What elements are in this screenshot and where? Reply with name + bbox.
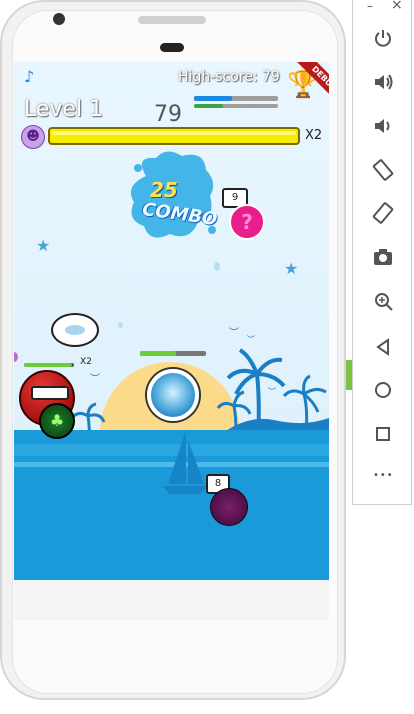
enemy-visor [31, 386, 69, 400]
home-icon[interactable] [374, 381, 392, 399]
emulator-toolbar: – × ••• [352, 0, 412, 505]
enemy-health-bar [24, 363, 74, 367]
xp-bar-blue-fill [194, 96, 232, 101]
rotate-left-icon[interactable] [372, 159, 394, 181]
music-toggle-icon[interactable]: ♪ [24, 67, 34, 86]
enemy-multiplier: X2 [80, 357, 92, 367]
xp-bar-blue [194, 96, 278, 101]
dot-decoration [214, 262, 220, 271]
player-health-fill [140, 351, 177, 356]
zoom-icon[interactable] [374, 292, 394, 312]
star-decoration: ★ [284, 259, 299, 278]
level-label: Level 1 [24, 97, 104, 122]
high-score-label: High-score: 79 [178, 69, 280, 85]
sailboat-silhouette [162, 430, 208, 494]
earpiece-speaker [138, 16, 206, 24]
camera-icon[interactable] [373, 248, 393, 266]
score-value: 79 [154, 102, 182, 127]
xp-bar-green [194, 104, 278, 108]
player-health-bar [140, 351, 206, 356]
mystery-bubble-enemy[interactable]: ? [229, 204, 265, 240]
dot-decoration [118, 322, 123, 328]
more-button[interactable]: ••• [373, 470, 394, 481]
volume-up-icon[interactable] [373, 72, 395, 92]
star-decoration: ★ [36, 236, 51, 255]
enemy-health-fill [24, 363, 72, 367]
side-indicator [346, 360, 352, 390]
xp-bar-green-fill [194, 104, 224, 108]
main-progress-bar [48, 127, 300, 145]
combo-count: 25 [150, 178, 178, 202]
poison-powerup[interactable]: ♣ [39, 403, 75, 439]
back-icon[interactable] [375, 338, 391, 356]
main-progress-bar-shine [52, 131, 296, 135]
power-icon[interactable] [373, 28, 393, 48]
player-ice-orb[interactable] [147, 369, 199, 421]
volume-down-icon[interactable] [373, 116, 395, 136]
ice-icon [65, 325, 85, 335]
overview-icon[interactable] [375, 426, 391, 442]
multiplier-label: X2 [305, 128, 323, 143]
front-camera [53, 13, 65, 25]
dark-ball-enemy[interactable] [210, 488, 248, 526]
screen-bottom-bar [14, 582, 329, 620]
proximity-sensor [160, 43, 184, 52]
speech-bubble [51, 313, 99, 347]
game-screen[interactable]: ★ ★ ︶ ︶ ︶ ︶ ♪ High-score: 79 🏆 DEBUG Lev… [14, 62, 329, 620]
devil-icon: ☻ [21, 125, 45, 149]
close-button[interactable]: × [391, 0, 403, 13]
minimize-button[interactable]: – [367, 0, 373, 13]
rotate-right-icon[interactable] [372, 202, 394, 224]
